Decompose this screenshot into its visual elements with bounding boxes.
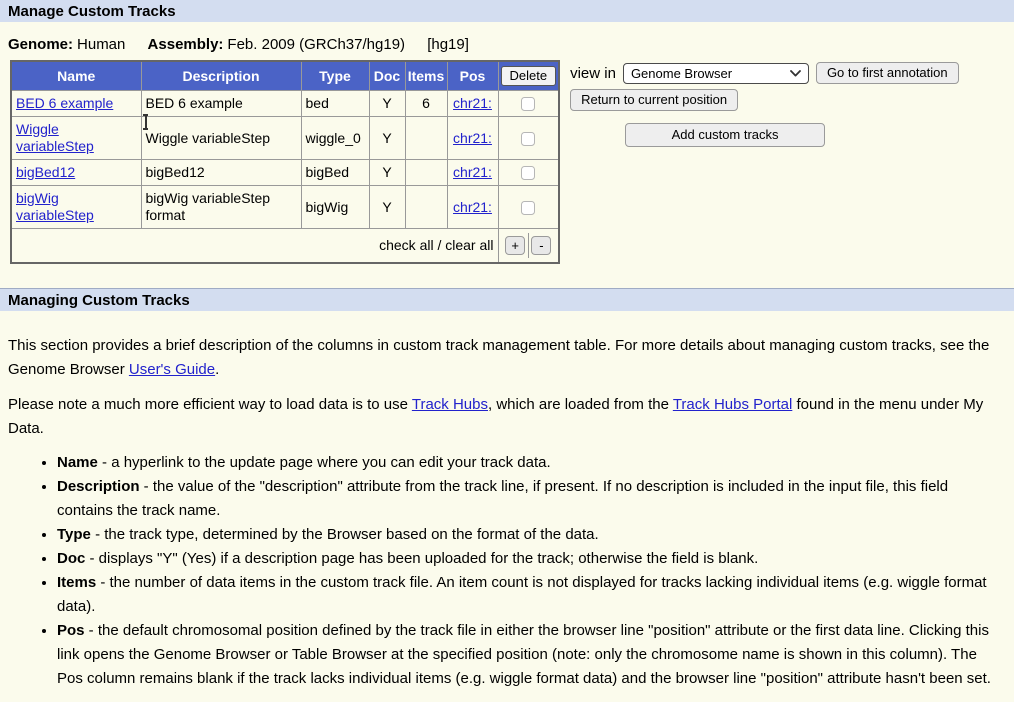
chevron-down-icon — [790, 70, 801, 77]
table-header-row: Name Description Type Doc Items Pos Dele… — [11, 61, 559, 91]
view-in-selected-option: Genome Browser — [631, 66, 732, 81]
manage-custom-tracks-page: { "colors": { "page_background": "#fbfbe… — [0, 0, 1014, 702]
track-description: bigBed12 — [141, 160, 301, 186]
col-header-type: Type — [301, 61, 369, 91]
intro-paragraph: This section provides a brief descriptio… — [8, 334, 1006, 382]
bullet-term: Type — [57, 526, 91, 543]
check-all-clear-all-label: check all / clear all — [11, 229, 498, 264]
add-custom-tracks-button[interactable]: Add custom tracks — [625, 123, 825, 147]
custom-tracks-table: Name Description Type Doc Items Pos Dele… — [10, 60, 560, 264]
bullet-term: Name — [57, 454, 98, 471]
track-items — [405, 160, 447, 186]
bullet-desc: - displays "Y" (Yes) if a description pa… — [85, 550, 758, 567]
table-row: BED 6 example BED 6 example bed Y 6 chr2… — [11, 91, 559, 117]
intro-text-end: . — [215, 361, 219, 378]
list-item: Description - the value of the "descript… — [57, 475, 1006, 523]
list-item: Items - the number of data items in the … — [57, 571, 1006, 619]
bullet-desc: - the track type, determined by the Brow… — [91, 526, 599, 543]
delete-checkbox[interactable] — [521, 97, 535, 111]
col-header-pos: Pos — [447, 61, 498, 91]
genome-label: Genome: — [8, 36, 73, 53]
view-in-label: view in — [570, 65, 616, 82]
track-items — [405, 117, 447, 160]
list-item: Doc - displays "Y" (Yes) if a descriptio… — [57, 547, 1006, 571]
track-hubs-portal-link[interactable]: Track Hubs Portal — [673, 396, 792, 413]
track-hubs-link[interactable]: Track Hubs — [412, 396, 488, 413]
assembly-value: Feb. 2009 (GRCh37/hg19) — [227, 36, 405, 53]
db-value: [hg19] — [427, 36, 469, 53]
hubs-text-mid: , which are loaded from the — [488, 396, 673, 413]
delete-checkbox[interactable] — [521, 201, 535, 215]
bullet-term: Doc — [57, 550, 85, 567]
table-row: bigWig variableStep bigWig variableStep … — [11, 186, 559, 229]
track-description: bigWig variableStep format — [141, 186, 301, 229]
table-row: bigBed12 bigBed12 bigBed Y chr21: — [11, 160, 559, 186]
col-header-doc: Doc — [369, 61, 405, 91]
track-pos-link[interactable]: chr21: — [453, 199, 492, 215]
view-in-select[interactable]: Genome Browser — [623, 63, 809, 84]
managing-custom-tracks-bar: Managing Custom Tracks — [0, 288, 1014, 311]
bullet-term: Pos — [57, 622, 85, 639]
col-header-name: Name — [11, 61, 141, 91]
users-guide-link[interactable]: User's Guide — [129, 361, 215, 378]
col-header-description: Description — [141, 61, 301, 91]
page-title-bar: Manage Custom Tracks — [0, 0, 1014, 22]
list-item: Type - the track type, determined by the… — [57, 523, 1006, 547]
track-description: BED 6 example — [141, 91, 301, 117]
track-type: bigBed — [301, 160, 369, 186]
section-heading: Managing Custom Tracks — [8, 292, 190, 309]
track-items: 6 — [405, 91, 447, 117]
help-content: This section provides a brief descriptio… — [0, 334, 1014, 691]
track-type: bigWig — [301, 186, 369, 229]
col-header-delete: Delete — [498, 61, 559, 91]
bullet-term: Description — [57, 478, 140, 495]
track-type: bed — [301, 91, 369, 117]
track-pos-link[interactable]: chr21: — [453, 164, 492, 180]
track-doc: Y — [369, 117, 405, 160]
list-item: Name - a hyperlink to the update page wh… — [57, 451, 1006, 475]
genome-assembly-line: Genome:Human Assembly:Feb. 2009 (GRCh37/… — [0, 22, 1014, 60]
expand-collapse-cell: + - — [498, 229, 559, 264]
delete-button[interactable]: Delete — [501, 66, 557, 86]
track-pos-link[interactable]: chr21: — [453, 95, 492, 111]
bullet-desc: - the number of data items in the custom… — [57, 574, 987, 615]
track-name-link[interactable]: BED 6 example — [16, 95, 113, 111]
column-descriptions-list: Name - a hyperlink to the update page wh… — [8, 451, 1006, 691]
track-hubs-paragraph: Please note a much more efficient way to… — [8, 393, 1006, 441]
delete-checkbox[interactable] — [521, 132, 535, 146]
main-area: Name Description Type Doc Items Pos Dele… — [0, 60, 1014, 264]
bullet-term: Items — [57, 574, 96, 591]
page-title: Manage Custom Tracks — [8, 3, 176, 20]
assembly-label: Assembly: — [148, 36, 224, 53]
track-pos-link[interactable]: chr21: — [453, 130, 492, 146]
track-type: wiggle_0 — [301, 117, 369, 160]
table-footer-row: check all / clear all + - — [11, 229, 559, 264]
genome-value: Human — [77, 36, 125, 53]
bullet-desc: - a hyperlink to the update page where y… — [98, 454, 551, 471]
list-item: Pos - the default chromosomal position d… — [57, 619, 1006, 691]
track-items — [405, 186, 447, 229]
track-name-link[interactable]: bigBed12 — [16, 164, 75, 180]
track-doc: Y — [369, 160, 405, 186]
table-controls: view in Genome Browser Go to first annot… — [570, 60, 959, 147]
col-header-items: Items — [405, 61, 447, 91]
bullet-desc: - the default chromosomal position defin… — [57, 622, 991, 687]
table-row: Wiggle variableStep Wiggle variableStep … — [11, 117, 559, 160]
hubs-text: Please note a much more efficient way to… — [8, 396, 412, 413]
bullet-desc: - the value of the "description" attribu… — [57, 478, 948, 519]
check-all-plus-button[interactable]: + — [505, 236, 525, 255]
go-to-first-annotation-button[interactable]: Go to first annotation — [816, 62, 959, 84]
clear-all-minus-button[interactable]: - — [531, 236, 551, 255]
track-description: Wiggle variableStep — [141, 117, 301, 160]
delete-checkbox[interactable] — [521, 166, 535, 180]
return-to-current-position-button[interactable]: Return to current position — [570, 89, 738, 111]
track-doc: Y — [369, 91, 405, 117]
track-name-link[interactable]: bigWig variableStep — [16, 190, 94, 223]
track-name-link[interactable]: Wiggle variableStep — [16, 121, 94, 154]
track-doc: Y — [369, 186, 405, 229]
